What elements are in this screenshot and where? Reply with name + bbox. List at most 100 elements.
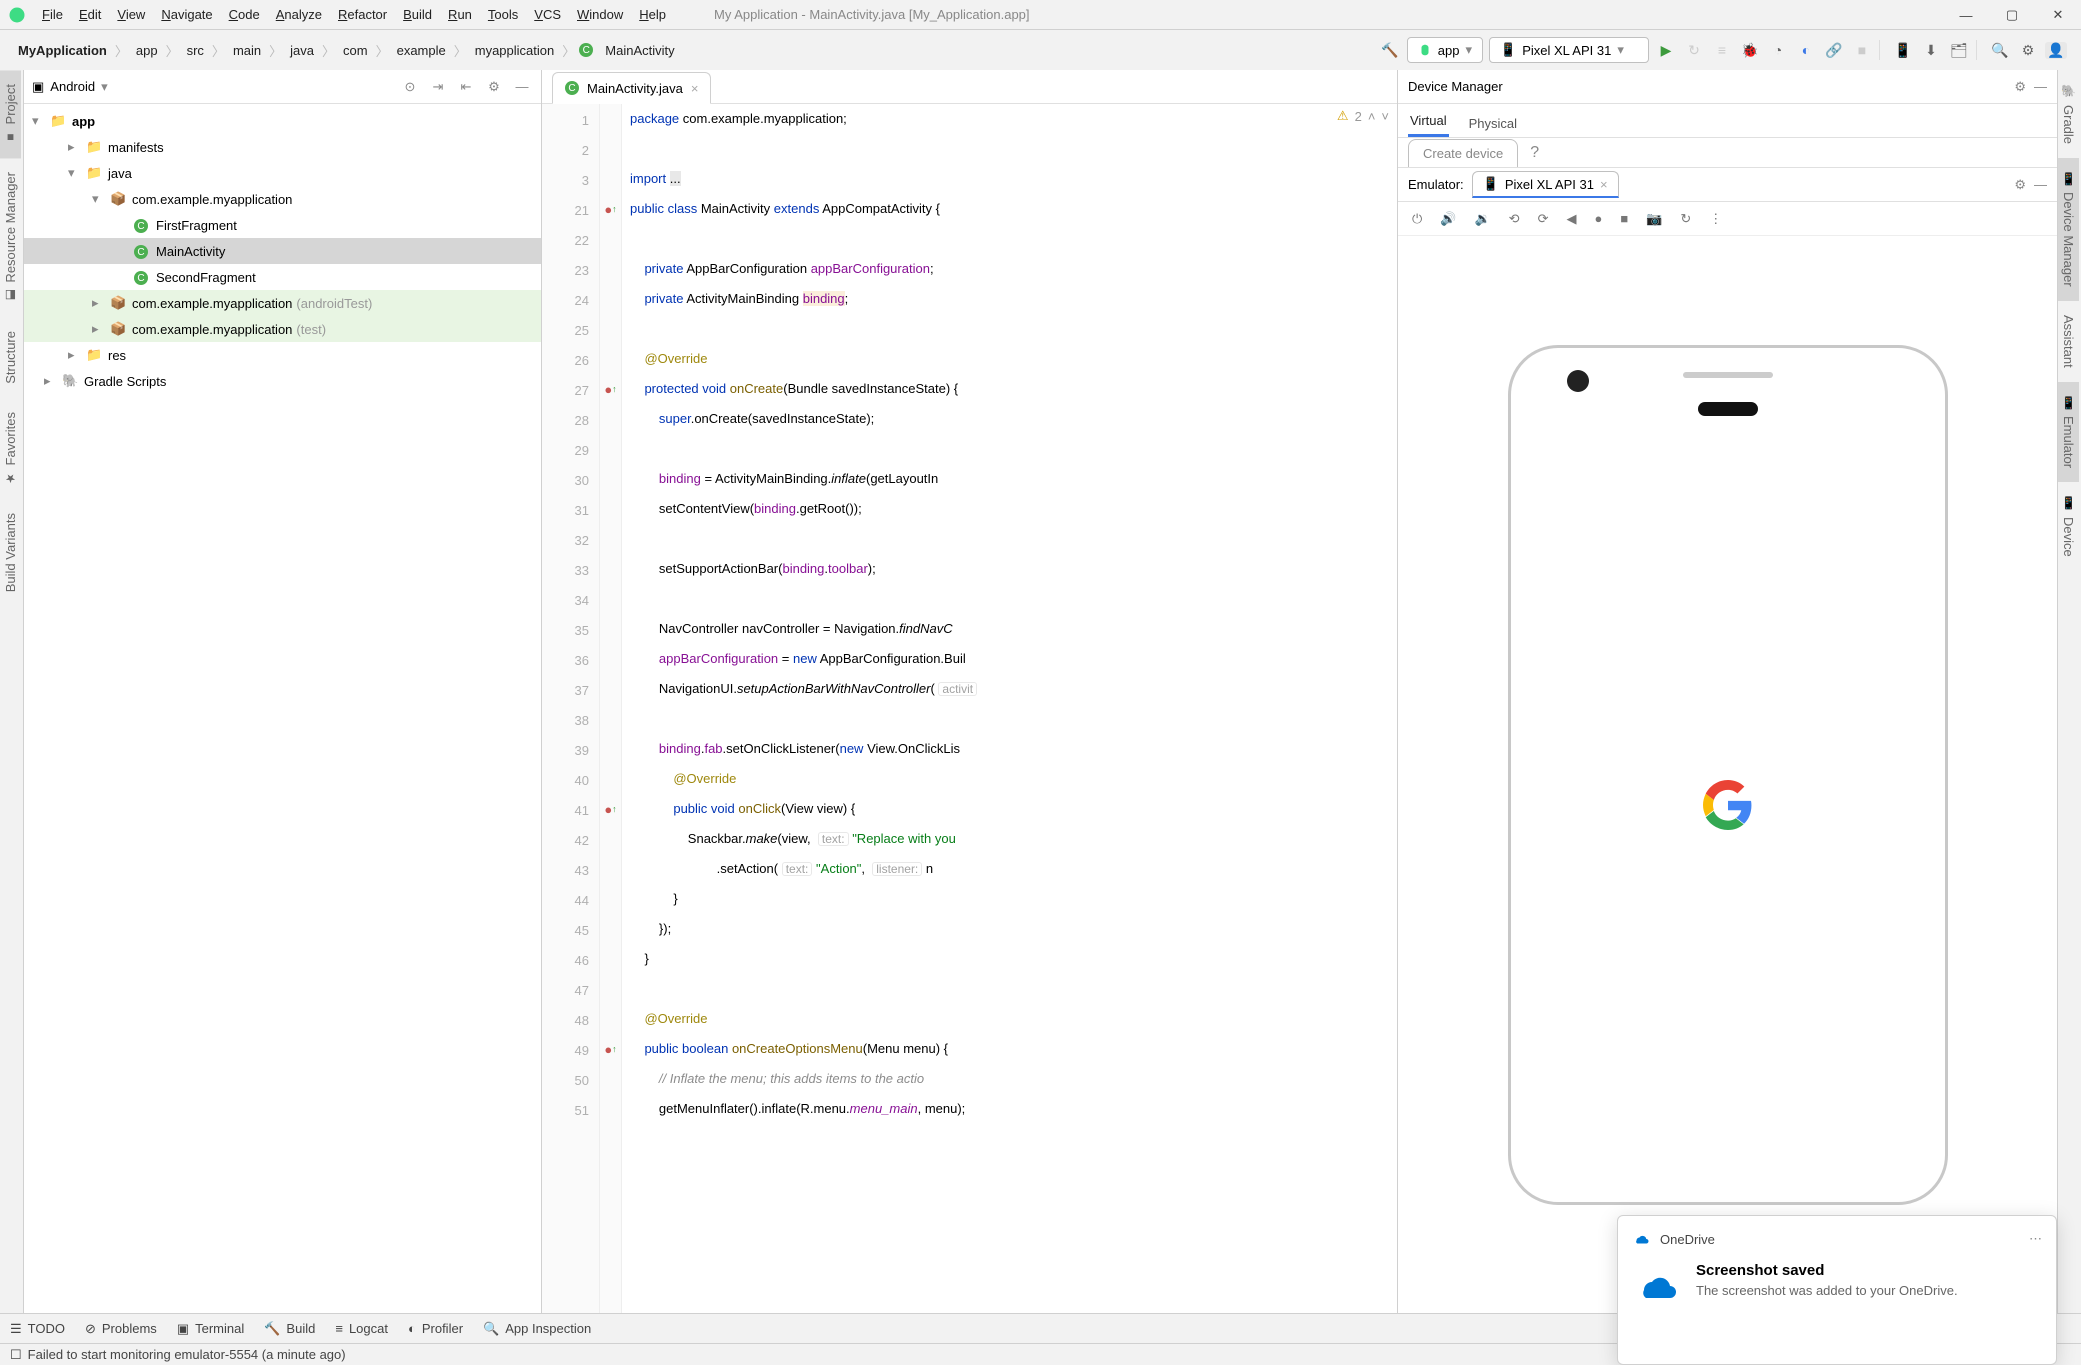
back-icon[interactable]: ◀	[1566, 211, 1576, 227]
crumb[interactable]: MainActivity	[601, 43, 678, 58]
locate-icon[interactable]: ⊙	[399, 79, 421, 95]
panel-settings-icon[interactable]: ⚙	[2014, 79, 2026, 95]
reload-icon[interactable]: ↻	[1680, 211, 1691, 227]
tree-node[interactable]: ▾📦com.example.myapplication	[24, 186, 541, 212]
menu-file[interactable]: File	[34, 3, 71, 26]
left-tab-structure[interactable]: Structure	[0, 317, 21, 398]
right-tab-gradle[interactable]: 🐘 Gradle	[2058, 70, 2079, 158]
inspection-widget[interactable]: ⚠ 2 ˄ ˅	[1337, 108, 1389, 124]
run-button[interactable]: ▶	[1655, 42, 1677, 59]
menu-edit[interactable]: Edit	[71, 3, 109, 26]
menu-tools[interactable]: Tools	[480, 3, 526, 26]
crumb[interactable]: app	[132, 43, 162, 58]
coverage-icon[interactable]: ◔	[1767, 42, 1789, 58]
crumb[interactable]: example	[393, 43, 450, 58]
device-selector[interactable]: 📱Pixel XL API 31▾	[1489, 37, 1649, 63]
overview-icon[interactable]: ■	[1620, 211, 1628, 226]
user-icon[interactable]: 👤	[2045, 42, 2067, 59]
tab-profiler[interactable]: ◐ Profiler	[408, 1321, 463, 1336]
project-view-selector[interactable]: Android	[50, 79, 95, 94]
screenshot-icon[interactable]: 📷	[1646, 211, 1662, 227]
rotate-right-icon[interactable]: ⟳	[1538, 211, 1549, 227]
panel-hide-icon[interactable]: —	[2034, 177, 2047, 192]
panel-settings-icon[interactable]: ⚙	[2014, 177, 2026, 193]
tab-virtual[interactable]: Virtual	[1408, 107, 1449, 137]
stop-icon[interactable]: ■	[1851, 42, 1873, 58]
panel-hide-icon[interactable]: —	[2034, 79, 2047, 94]
emulator-viewport[interactable]: + −	[1398, 236, 2057, 1313]
menu-code[interactable]: Code	[221, 3, 268, 26]
left-tab-project[interactable]: ■ Project	[0, 70, 21, 158]
tab-problems[interactable]: ⊘ Problems	[85, 1321, 157, 1337]
menu-help[interactable]: Help	[631, 3, 674, 26]
crumb[interactable]: java	[286, 43, 318, 58]
chevron-down-icon[interactable]: ˅	[1381, 109, 1389, 124]
tab-build[interactable]: 🔨 Build	[264, 1321, 315, 1337]
search-icon[interactable]: 🔍	[1989, 42, 2011, 59]
avd-manager-icon[interactable]: 📱	[1892, 42, 1914, 59]
tree-node[interactable]: CSecondFragment	[24, 264, 541, 290]
tree-node[interactable]: ▸📦com.example.myapplication (androidTest…	[24, 290, 541, 316]
crumb[interactable]: src	[183, 43, 208, 58]
left-tab-resource-manager[interactable]: ◧ Resource Manager	[0, 158, 21, 317]
menu-window[interactable]: Window	[569, 3, 631, 26]
right-tab-assistant[interactable]: Assistant	[2058, 301, 2079, 382]
crumb[interactable]: com	[339, 43, 372, 58]
tab-logcat[interactable]: ≡ Logcat	[335, 1321, 388, 1336]
maximize-button[interactable]: ▢	[1989, 0, 2035, 30]
chevron-up-icon[interactable]: ˄	[1368, 109, 1376, 124]
menu-build[interactable]: Build	[395, 3, 440, 26]
crumb[interactable]: main	[229, 43, 265, 58]
right-tab-device-manager[interactable]: 📱 Device Manager	[2058, 158, 2079, 301]
tree-node[interactable]: ▸📦com.example.myapplication (test)	[24, 316, 541, 342]
panel-hide-icon[interactable]: —	[511, 79, 533, 94]
code-editor[interactable]: 1232122232425262728293031323334353637383…	[542, 104, 1397, 1313]
menu-view[interactable]: View	[109, 3, 153, 26]
apply-code-icon[interactable]: ≡	[1711, 42, 1733, 58]
gutter-marks[interactable]: ●↑●↑●↑●↑	[600, 104, 622, 1313]
tree-node[interactable]: CFirstFragment	[24, 212, 541, 238]
power-icon[interactable]: ⏻	[1412, 211, 1422, 227]
apply-changes-icon[interactable]: ↻	[1683, 42, 1705, 59]
rotate-left-icon[interactable]: ⟲	[1509, 211, 1520, 227]
collapse-icon[interactable]: ⇤	[455, 79, 477, 95]
toast-more-icon[interactable]: ⋯	[2029, 1231, 2042, 1247]
tree-node-app[interactable]: ▾📁app	[24, 108, 541, 134]
line-number-gutter[interactable]: 1232122232425262728293031323334353637383…	[542, 104, 600, 1313]
onedrive-notification[interactable]: OneDrive ⋯ Screenshot saved The screensh…	[1617, 1215, 2057, 1365]
debug-icon[interactable]: 🐞	[1739, 42, 1761, 59]
right-tab-device[interactable]: 📱 Device	[2058, 482, 2079, 570]
make-project-icon[interactable]: 🔨	[1379, 42, 1401, 59]
right-tab-emulator[interactable]: 📱 Emulator	[2058, 382, 2079, 483]
create-device-button[interactable]: Create device	[1408, 139, 1518, 167]
volume-up-icon[interactable]: 🔊	[1440, 211, 1456, 227]
tree-node[interactable]: ▸📁res	[24, 342, 541, 368]
tab-terminal[interactable]: ▣ Terminal	[177, 1321, 244, 1337]
tree-node[interactable]: CMainActivity	[24, 238, 541, 264]
home-icon[interactable]: ●	[1594, 211, 1602, 226]
tab-physical[interactable]: Physical	[1467, 110, 1519, 137]
menu-vcs[interactable]: VCS	[526, 3, 569, 26]
close-icon[interactable]: ×	[1600, 177, 1608, 192]
project-tree[interactable]: ▾📁app▸📁manifests▾📁java▾📦com.example.myap…	[24, 104, 541, 1313]
tree-node[interactable]: ▸🐘Gradle Scripts	[24, 368, 541, 394]
menu-analyze[interactable]: Analyze	[268, 3, 330, 26]
crumb[interactable]: MyApplication	[14, 43, 111, 58]
emulator-tab[interactable]: 📱Pixel XL API 31 ×	[1472, 171, 1619, 198]
more-icon[interactable]: ⋮	[1709, 211, 1722, 227]
left-tab-build-variants[interactable]: Build Variants	[0, 499, 21, 606]
close-button[interactable]: ✕	[2035, 0, 2081, 30]
panel-settings-icon[interactable]: ⚙	[483, 79, 505, 95]
device-screen[interactable]	[1525, 432, 1931, 1178]
settings-icon[interactable]: ⚙	[2017, 42, 2039, 59]
tab-app-inspection[interactable]: 🔍 App Inspection	[483, 1321, 591, 1337]
resource-manager-icon[interactable]: 🗂	[1948, 42, 1970, 59]
breadcrumb[interactable]: MyApplication〉app〉src〉main〉java〉com〉exam…	[14, 41, 679, 60]
tab-todo[interactable]: ☰ TODO	[10, 1321, 65, 1337]
attach-debugger-icon[interactable]: 🔗	[1823, 42, 1845, 59]
close-tab-icon[interactable]: ×	[691, 81, 699, 96]
minimize-button[interactable]: —	[1943, 0, 1989, 30]
profile-icon[interactable]: ◐	[1795, 42, 1817, 58]
volume-down-icon[interactable]: 🔉	[1474, 211, 1490, 227]
tree-node[interactable]: ▾📁java	[24, 160, 541, 186]
